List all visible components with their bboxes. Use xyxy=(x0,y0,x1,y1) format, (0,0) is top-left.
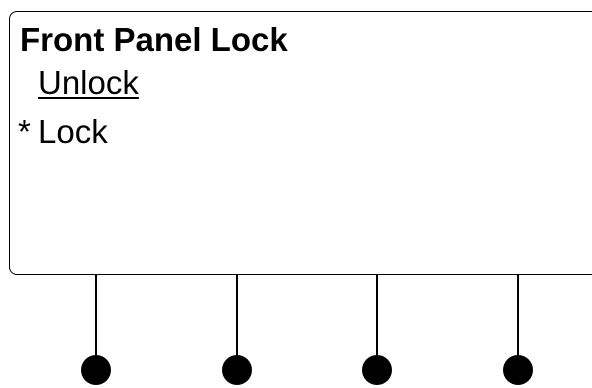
softkey-leader-line xyxy=(376,275,378,365)
softkey-knob-icon[interactable] xyxy=(222,355,252,385)
softkey-leader-line xyxy=(236,275,238,365)
screen-title: Front Panel Lock xyxy=(20,21,288,58)
softkey-leader-line xyxy=(517,275,519,365)
softkey-leader-line xyxy=(95,275,97,365)
softkey-knob-icon[interactable] xyxy=(81,355,111,385)
selection-marker: * xyxy=(18,113,31,150)
softkey-knob-icon[interactable] xyxy=(362,355,392,385)
menu-item-label: Lock xyxy=(38,113,108,150)
menu-item-label: Unlock xyxy=(38,64,139,101)
menu-item-lock[interactable]: * Lock xyxy=(18,112,108,152)
softkey-knob-icon[interactable] xyxy=(503,355,533,385)
menu-item-unlock[interactable]: Unlock xyxy=(18,63,139,103)
